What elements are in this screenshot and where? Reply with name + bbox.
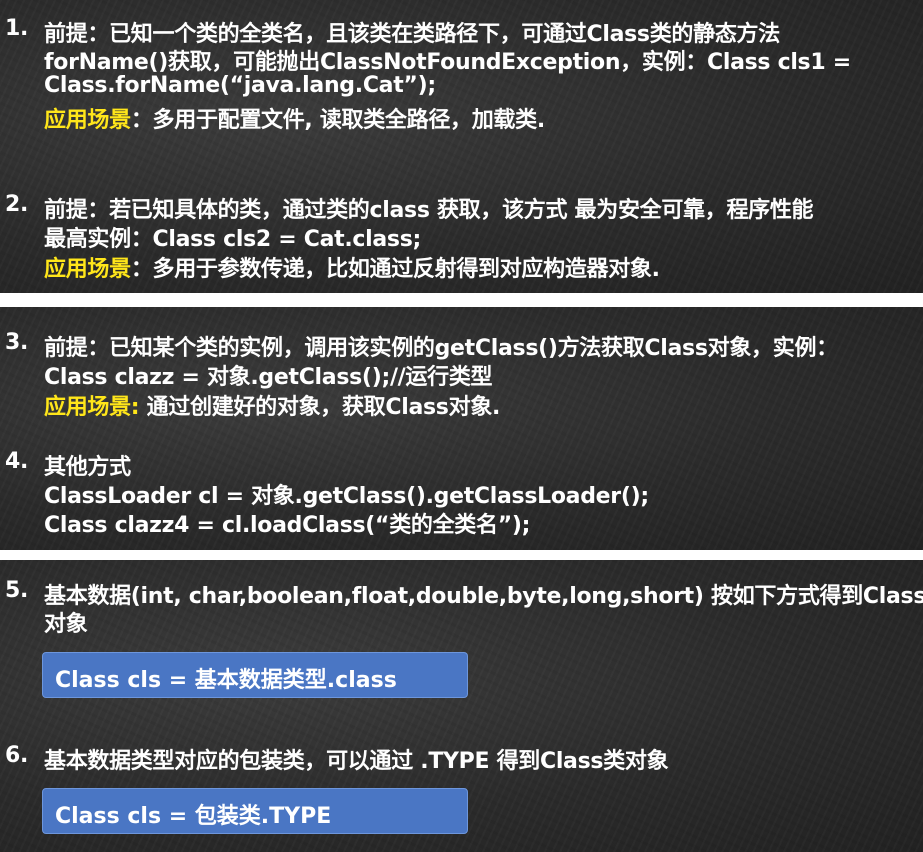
- item-1-scene: 应用场景：多用于配置文件, 读取类全路径，加载类.: [44, 102, 545, 134]
- item-5-line-1: 基本数据(int, char,boolean,float,double,byte…: [44, 584, 923, 609]
- slide-panel-1: 1. 前提：已知一个类的全类名，且该类在类路径下，可通过Class类的静态方法 …: [0, 0, 923, 293]
- item-4-number: 4.: [5, 449, 29, 474]
- item-2-line-1: 前提：若已知具体的类，通过类的class 获取，该方式 最为安全可靠，程序性能: [44, 198, 814, 223]
- item-4-line-2: ClassLoader cl = 对象.getClass().getClassL…: [44, 484, 649, 509]
- item-4-line-1: 其他方式: [44, 455, 131, 480]
- item-1-line-2: forName()获取，可能抛出ClassNotFoundException，实…: [44, 50, 851, 75]
- item-2-number: 2.: [5, 192, 29, 217]
- scene-text: ：多用于参数传递，比如通过反射得到对应构造器对象.: [130, 257, 660, 282]
- scene-label: 应用场景:: [44, 395, 140, 420]
- item-6-line-1: 基本数据类型对应的包装类，可以通过 .TYPE 得到Class类对象: [44, 749, 669, 774]
- item-3-line-1: 前提：已知某个类的实例，调用该实例的getClass()方法获取Class对象，…: [44, 336, 838, 361]
- item-1-line-3: Class.forName(“java.lang.Cat”);: [44, 73, 436, 98]
- code-text: Class cls = 基本数据类型.class: [55, 668, 397, 693]
- item-5-number: 5.: [5, 578, 29, 603]
- code-text: Class cls = 包装类.TYPE: [55, 804, 332, 829]
- item-3-number: 3.: [5, 330, 29, 355]
- slide-panel-2: 3. 前提：已知某个类的实例，调用该实例的getClass()方法获取Class…: [0, 307, 923, 550]
- item-1-number: 1.: [5, 16, 29, 41]
- scene-label: 应用场景: [44, 108, 131, 133]
- slide-panel-3: 5. 基本数据(int, char,boolean,float,double,b…: [0, 560, 923, 852]
- item-5-line-2: 对象: [44, 612, 88, 637]
- scene-text: 通过创建好的对象，获取Class对象.: [139, 395, 501, 420]
- scene-text: ：多用于配置文件, 读取类全路径，加载类.: [130, 108, 545, 133]
- item-4-line-3: Class clazz4 = cl.loadClass(“类的全类名”);: [44, 513, 531, 538]
- item-3-line-2: Class clazz = 对象.getClass();//运行类型: [44, 365, 493, 390]
- item-2-line-2: 最高实例：Class cls2 = Cat.class;: [44, 227, 421, 252]
- item-6-number: 6.: [5, 743, 29, 768]
- item-2-scene: 应用场景：多用于参数传递，比如通过反射得到对应构造器对象.: [44, 251, 660, 283]
- code-box-wrapper-type: Class cls = 包装类.TYPE: [42, 788, 468, 834]
- code-box-primitive-class: Class cls = 基本数据类型.class: [42, 652, 468, 698]
- scene-label: 应用场景: [44, 257, 131, 282]
- item-3-scene: 应用场景: 通过创建好的对象，获取Class对象.: [44, 389, 500, 421]
